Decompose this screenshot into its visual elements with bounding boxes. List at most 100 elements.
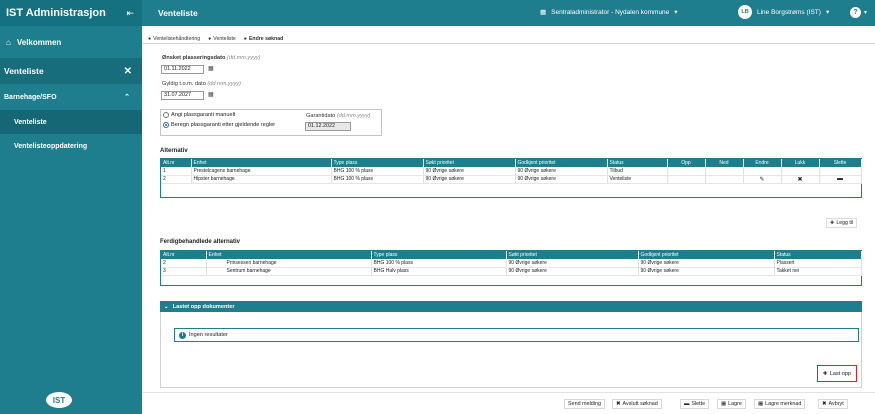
cell: Prestelcagens barnehage <box>191 167 332 176</box>
sidebar-module-venteliste[interactable]: Venteliste ✕ <box>0 58 142 84</box>
column-header: Godkjent prioritet <box>515 159 608 167</box>
home-icon: ⌂ <box>6 37 11 47</box>
cell <box>781 167 820 176</box>
save-button[interactable]: ▦ Lagre <box>717 399 746 409</box>
desired-date-input[interactable]: 01.11.2022 <box>161 65 204 74</box>
breadcrumb-item-current: ● Endre søknad <box>243 35 284 42</box>
user-name: Line Borgstrøms (IST) <box>757 8 821 16</box>
plus-icon: ✚ <box>830 220 835 226</box>
chevron-up-icon: ⌃ <box>124 94 130 101</box>
table-row: 3 Sentrum barnehage BHG Halv plass 90 Øv… <box>161 267 862 276</box>
cell: 90 Øvrige søkere <box>638 259 775 268</box>
sidebar-item-ventelisteoppdatering[interactable]: Venteliste­oppdatering <box>0 134 142 158</box>
help-icon[interactable]: ? <box>850 7 861 18</box>
column-header: Alt.nr <box>161 159 192 167</box>
cell: 2 <box>161 175 192 184</box>
chevron-down-icon: ▾ <box>825 9 830 16</box>
sidebar-item-venteliste[interactable]: Venteliste <box>0 110 142 134</box>
sidebar-group-label: Barnehage/SFO <box>4 93 57 101</box>
radio-button-selected[interactable] <box>163 122 169 128</box>
valid-to-input[interactable]: 31.07.2027 <box>161 91 204 100</box>
footer-toolbar: Send melding ✖ Avslutt søknad ▬ Slette ▦… <box>142 392 875 414</box>
guarantee-date-label: Garantidato (dd.mm.yyyy) <box>306 113 371 119</box>
org-selector[interactable]: ▦ Sentraladministrator - Nydalen kommune… <box>540 8 678 17</box>
empty-result-message: i Ingen resultater <box>174 328 859 342</box>
building-icon: ▦ <box>540 9 547 16</box>
save-note-button[interactable]: ▦ Lagre merknad <box>754 399 806 409</box>
documents-panel <box>160 312 862 388</box>
cell <box>743 167 782 176</box>
cell: Venteliste <box>607 175 668 184</box>
sidebar-group-barnehage[interactable]: Barnehage/SFO ⌃ <box>0 84 142 110</box>
radio-calculated-guarantee[interactable]: Beregn plassgaranti etter gjeldende regl… <box>163 122 275 128</box>
avatar: LB <box>738 5 752 19</box>
cell <box>667 167 706 176</box>
chevron-down-icon: ⌄ <box>164 303 169 310</box>
cell: BHG 100 % plass <box>331 175 424 184</box>
upload-button[interactable]: ✚ Last opp <box>817 365 857 382</box>
finished-title: Ferdigbehandlede alternativ <box>160 239 241 245</box>
table-row: 2 Prinsessen barnehage BHG 100 % plass 9… <box>161 259 862 268</box>
desired-date-label: Ønsket plasseringsdato (dd.mm.yyyy) <box>162 55 261 61</box>
column-header: Søkt prioritet <box>423 159 516 167</box>
column-header: Ned <box>705 159 744 167</box>
column-header: Enhet <box>191 159 332 167</box>
cancel-button[interactable]: ✖ Avbryt <box>818 399 848 409</box>
breadcrumb-item[interactable]: ● Venteliste <box>208 34 236 43</box>
cell: 90 Øvrige søkere <box>423 175 516 184</box>
column-header: Slette <box>819 159 862 167</box>
sidebar-item-label: Venteliste <box>14 118 47 126</box>
chevron-down-icon[interactable]: ▾ <box>864 9 867 16</box>
minus-icon[interactable]: ▬ <box>819 175 862 184</box>
cell: 90 Øvrige søkere <box>506 259 639 268</box>
app-title: IST Administrasjon <box>6 7 106 19</box>
cell: BHG 100 % plass <box>331 167 424 176</box>
sidebar-item-label: Venteliste­oppdatering <box>14 142 88 150</box>
calendar-icon[interactable]: ▦ <box>208 91 214 98</box>
table-header-row: Alt.nr Enhet Type plass Søkt prioritet G… <box>161 251 862 259</box>
alternatives-title: Alternativ <box>160 148 188 154</box>
cell: 3 <box>161 267 207 276</box>
collapse-menu-icon[interactable]: ⇤ <box>126 8 134 19</box>
edit-icon[interactable]: ✎ <box>743 175 782 184</box>
close-icon[interactable]: ✕ <box>124 66 132 77</box>
valid-to-label: Gyldig t.o.m. dato (dd.mm.yyyy) <box>162 81 241 87</box>
cell: BHG 100 % plass <box>371 259 507 268</box>
column-header: Opp <box>667 159 706 167</box>
add-alternative-button[interactable]: ✚ Legg til <box>826 218 858 228</box>
cell: Sentrum barnehage <box>206 267 372 276</box>
cell: Plassert <box>774 259 862 268</box>
save-icon: ▦ <box>721 401 727 407</box>
ist-logo: IST <box>46 392 72 408</box>
column-header: Status <box>774 251 862 259</box>
radio-button[interactable] <box>163 112 169 118</box>
close-icon[interactable]: ✖ <box>781 175 820 184</box>
column-header: Søkt prioritet <box>506 251 639 259</box>
send-message-button[interactable]: Send melding <box>564 399 605 409</box>
column-header: Endre <box>743 159 782 167</box>
close-application-button[interactable]: ✖ Avslutt søknad <box>612 399 662 409</box>
close-icon: ✖ <box>822 401 827 407</box>
breadcrumb-item[interactable]: ● Ventelistehåndtering <box>148 34 200 43</box>
column-header: Alt.nr <box>161 251 207 259</box>
column-header: Godkjent prioritet <box>638 251 775 259</box>
column-header: Lukk <box>781 159 820 167</box>
table-row: 2 Hipster barnehage BHG 100 % plass 90 Ø… <box>161 175 862 184</box>
column-header: Enhet <box>206 251 372 259</box>
guarantee-date-input: 01.12.2022 <box>305 122 351 131</box>
calendar-icon[interactable]: ▦ <box>208 65 214 72</box>
topbar: Venteliste ▦ Sentraladministrator - Nyda… <box>142 0 875 26</box>
alternatives-table: Alt.nr Enhet Type plass Søkt prioritet G… <box>161 159 862 184</box>
user-menu[interactable]: LB Line Borgstrøms (IST) ▾ <box>738 5 829 19</box>
documents-panel-header[interactable]: ⌄ Lastet opp dokumenter <box>160 301 862 312</box>
cell <box>705 167 744 176</box>
delete-button[interactable]: ▬ Slette <box>680 399 710 409</box>
cell: 90 Øvrige søkere <box>423 167 516 176</box>
cell: Hipster barnehage <box>191 175 332 184</box>
chevron-down-icon: ▾ <box>674 9 678 16</box>
close-icon: ✖ <box>616 401 621 407</box>
sidebar-item-home[interactable]: ⌂ Velkommen <box>0 26 142 58</box>
sidebar-module-label: Venteliste <box>4 66 44 76</box>
page-title: Venteliste <box>158 8 198 18</box>
radio-manual-guarantee[interactable]: Angi plassgaranti manuelt <box>163 112 235 118</box>
